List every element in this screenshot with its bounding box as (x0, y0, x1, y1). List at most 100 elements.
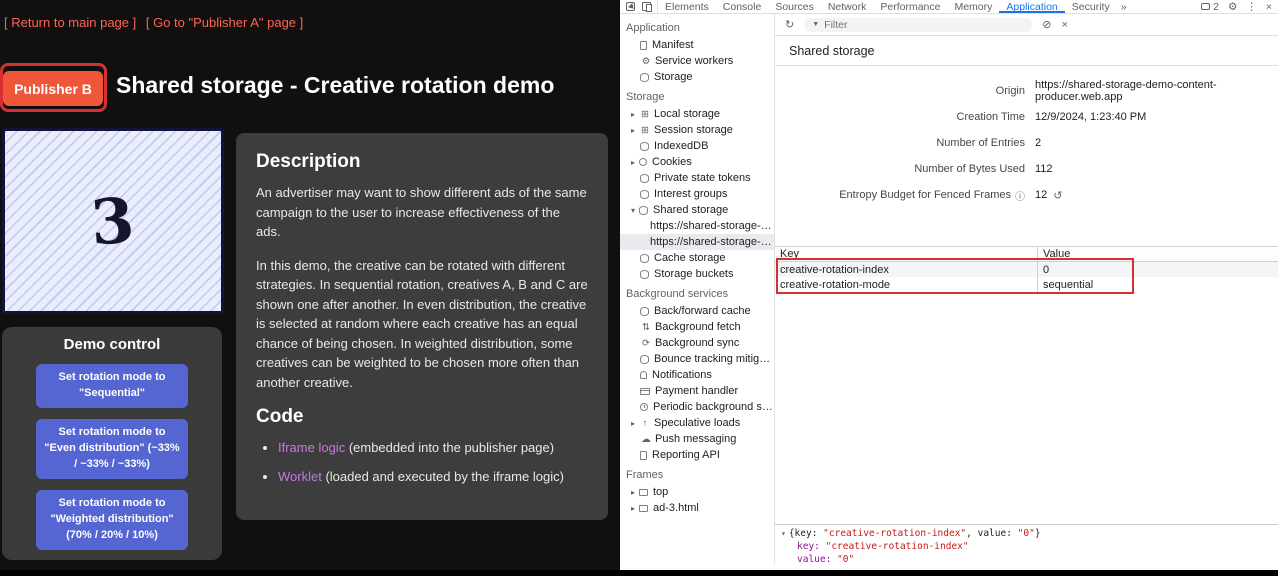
twisty-collapsed-icon[interactable]: ▸ (627, 419, 639, 428)
twisty-collapsed-icon[interactable]: ▸ (627, 488, 639, 497)
tab-network[interactable]: Network (821, 0, 874, 13)
page-nav-links: [ Return to main page ] [ Go to "Publish… (4, 15, 309, 30)
close-devtools-icon[interactable]: × (1266, 1, 1272, 13)
code-item-worklet: Worklet (loaded and executed by the ifra… (278, 467, 588, 487)
sidebar-item-shared-storage-origin-1[interactable]: https://shared-storage-d… (620, 218, 774, 234)
application-sidebar: Application Manifest ⚙ Service workers S… (620, 14, 775, 564)
database-icon (640, 73, 649, 82)
sidebar-item-push-messaging[interactable]: ☁ Push messaging (620, 431, 774, 447)
sidebar-item-background-fetch[interactable]: ⇅ Background fetch (620, 319, 774, 335)
sidebar-item-frame-ad3[interactable]: ▸ ad-3.html (620, 500, 774, 516)
code-list: Iframe logic (embedded into the publishe… (256, 438, 588, 486)
info-icon[interactable]: ⓘ (1015, 188, 1025, 203)
storage-entries-table: Key Value creative-rotation-index 0 crea… (775, 246, 1278, 292)
device-toolbar-icon[interactable] (642, 2, 651, 11)
sidebar-item-background-sync[interactable]: ⟳ Background sync (620, 335, 774, 351)
preview-summary-line: ▾{key: "creative-rotation-index", value:… (781, 527, 1278, 540)
tab-memory[interactable]: Memory (947, 0, 999, 13)
twisty-collapsed-icon[interactable]: ▸ (627, 158, 639, 167)
clock-icon (640, 403, 648, 411)
devtools-tabbar: Elements Console Sources Network Perform… (620, 0, 1278, 14)
twisty-expanded-icon[interactable]: ▾ (627, 206, 639, 215)
sidebar-item-private-state-tokens[interactable]: Private state tokens (620, 170, 774, 186)
code-item-worklet-text: (loaded and executed by the iframe logic… (322, 469, 564, 484)
tab-security[interactable]: Security (1065, 0, 1117, 13)
publisher-b-button[interactable]: Publisher B (3, 71, 103, 106)
sidebar-item-periodic-background-sync[interactable]: Periodic background s… (620, 399, 774, 415)
kebab-menu-icon[interactable]: ⋮ (1246, 1, 1257, 13)
issues-count: 2 (1213, 1, 1219, 13)
document-icon (640, 41, 647, 50)
sidebar-item-cache-storage[interactable]: Cache storage (620, 250, 774, 266)
publisher-a-link[interactable]: [ Go to "Publisher A" page ] (146, 15, 303, 30)
sidebar-item-local-storage[interactable]: ▸ ⊞ Local storage (620, 106, 774, 122)
sidebar-item-reporting-api[interactable]: Reporting API (620, 447, 774, 463)
sidebar-item-bounce-tracking[interactable]: Bounce tracking mitiga… (620, 351, 774, 367)
sidebar-item-cookies[interactable]: ▸ Cookies (620, 154, 774, 170)
column-header-value[interactable]: Value (1038, 247, 1278, 261)
clear-icon[interactable]: ⊘ (1042, 18, 1051, 31)
sidebar-item-storage[interactable]: Storage (620, 69, 774, 85)
sidebar-item-speculative-loads[interactable]: ▸ ↑ Speculative loads (620, 415, 774, 431)
sidebar-item-storage-buckets[interactable]: Storage buckets (620, 266, 774, 282)
more-tabs-icon[interactable]: » (1117, 0, 1131, 13)
filter-funnel-icon: ▼ (812, 21, 819, 28)
sidebar-item-interest-groups[interactable]: Interest groups (620, 186, 774, 202)
sidebar-item-back-forward-cache[interactable]: Back/forward cache (620, 303, 774, 319)
sidebar-item-shared-storage[interactable]: ▾ Shared storage (620, 202, 774, 218)
tab-sources[interactable]: Sources (768, 0, 821, 13)
screenshot-root: [ Return to main page ] [ Go to "Publish… (0, 0, 1278, 576)
sidebar-item-indexeddb[interactable]: IndexedDB (620, 138, 774, 154)
reset-entropy-icon[interactable]: ↺ (1053, 189, 1062, 202)
sidebar-item-shared-storage-origin-2[interactable]: https://shared-storage-d… (620, 234, 774, 250)
refresh-icon[interactable]: ↻ (785, 18, 794, 31)
sidebar-item-frame-top[interactable]: ▸ top (620, 484, 774, 500)
iframe-logic-link[interactable]: Iframe logic (278, 440, 345, 455)
description-heading: Description (256, 151, 588, 173)
database-icon (640, 190, 649, 199)
sidebar-item-session-storage[interactable]: ▸ ⊞ Session storage (620, 122, 774, 138)
sidebar-item-payment-handler[interactable]: Payment handler (620, 383, 774, 399)
sidebar-item-notifications[interactable]: Notifications (620, 367, 774, 383)
service-worker-icon: ⚙ (640, 56, 652, 67)
table-row-creative-rotation-index[interactable]: creative-rotation-index 0 (775, 262, 1278, 277)
description-para-2: In this demo, the creative can be rotate… (256, 256, 588, 393)
tab-console[interactable]: Console (716, 0, 769, 13)
twisty-collapsed-icon[interactable]: ▸ (627, 504, 639, 513)
database-icon (640, 254, 649, 263)
ad-creative[interactable]: 3 (2, 128, 224, 314)
filter-input[interactable] (824, 19, 1024, 31)
column-header-key[interactable]: Key (775, 247, 1038, 261)
rotation-even-button[interactable]: Set rotation mode to "Even distribution"… (36, 419, 188, 479)
return-main-link[interactable]: [ Return to main page ] (4, 15, 136, 30)
sidebar-item-service-workers[interactable]: ⚙ Service workers (620, 53, 774, 69)
twisty-expanded-icon[interactable]: ▾ (781, 529, 786, 538)
meta-row-creation-time: Creation Time 12/9/2024, 1:23:40 PM (775, 104, 1278, 130)
tab-performance[interactable]: Performance (873, 0, 947, 13)
sync-icon: ⟳ (640, 338, 652, 349)
tab-application[interactable]: Application (999, 0, 1064, 13)
table-header-row: Key Value (775, 247, 1278, 262)
table-row-creative-rotation-mode[interactable]: creative-rotation-mode sequential (775, 277, 1278, 292)
rotation-sequential-button[interactable]: Set rotation mode to "Sequential" (36, 364, 188, 408)
settings-gear-icon[interactable]: ⚙ (1228, 1, 1237, 13)
cloud-icon: ☁ (640, 434, 652, 445)
frame-icon (639, 489, 648, 496)
twisty-collapsed-icon[interactable]: ▸ (627, 126, 639, 135)
meta-row-entropy-budget: Entropy Budget for Fenced Frames ⓘ 12 ↺ (775, 182, 1278, 208)
rotation-weighted-button[interactable]: Set rotation mode to "Weighted distribut… (36, 490, 188, 550)
code-item-iframe: Iframe logic (embedded into the publishe… (278, 438, 588, 458)
close-panel-icon[interactable]: × (1061, 19, 1067, 31)
database-icon (640, 355, 649, 364)
twisty-collapsed-icon[interactable]: ▸ (627, 110, 639, 119)
preview-value-line: value: "0" (781, 553, 1278, 566)
issues-counter[interactable]: 2 (1201, 1, 1219, 13)
publisher-page: [ Return to main page ] [ Go to "Publish… (0, 0, 620, 570)
sidebar-item-manifest[interactable]: Manifest (620, 37, 774, 53)
shared-storage-panel: ↻ ▼ ⊘ × Shared storage Origin https://sh… (775, 14, 1278, 564)
inspect-element-icon[interactable] (626, 2, 635, 11)
worklet-link[interactable]: Worklet (278, 469, 322, 484)
tab-elements[interactable]: Elements (658, 0, 716, 13)
table-icon: ⊞ (639, 109, 651, 120)
up-arrow-icon: ↑ (639, 418, 651, 429)
